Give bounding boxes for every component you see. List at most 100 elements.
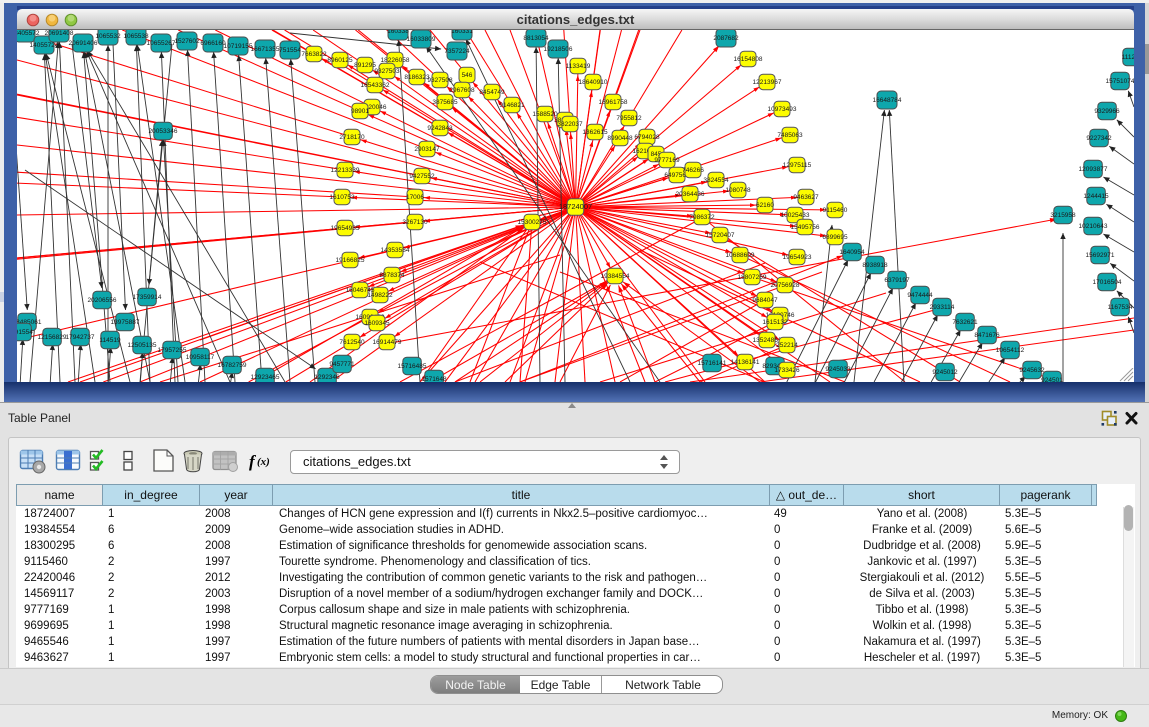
svg-text:62160: 62160	[756, 202, 774, 209]
svg-text:1527602: 1527602	[174, 38, 200, 45]
svg-text:111254: 111254	[1122, 54, 1134, 61]
svg-text:9427552: 9427552	[409, 173, 435, 180]
svg-text:3267130: 3267130	[402, 219, 428, 226]
svg-text:17016504: 17016504	[1093, 279, 1122, 286]
svg-text:16782759: 16782759	[218, 362, 247, 369]
svg-text:16961758: 16961758	[599, 99, 628, 106]
svg-text:(x): (x)	[257, 456, 270, 468]
svg-text:9329966: 9329966	[1094, 108, 1120, 115]
svg-text:18807269: 18807269	[738, 274, 767, 281]
svg-text:8938918: 8938918	[862, 262, 888, 269]
svg-text:18640910: 18640910	[579, 79, 608, 86]
svg-text:98901: 98901	[351, 108, 369, 115]
svg-text:10654112: 10654112	[996, 347, 1025, 354]
svg-text:17006: 17006	[406, 194, 424, 201]
svg-text:2933114: 2933114	[930, 304, 955, 311]
svg-text:8454749: 8454749	[479, 89, 505, 96]
svg-text:17942737: 17942737	[66, 334, 95, 341]
svg-text:10958117: 10958117	[186, 354, 215, 361]
svg-text:12505135: 12505135	[128, 342, 157, 349]
svg-text:12213967: 12213967	[753, 79, 782, 86]
svg-text:9115460: 9115460	[823, 207, 848, 214]
svg-text:6379197: 6379197	[884, 277, 910, 284]
svg-text:1610753: 1610753	[329, 194, 355, 201]
svg-text:9474444: 9474444	[907, 292, 933, 299]
svg-text:19218506: 19218506	[544, 46, 573, 53]
svg-text:252214: 252214	[776, 342, 798, 349]
svg-text:8471676: 8471676	[974, 332, 1000, 339]
svg-text:1571648: 1571648	[421, 376, 447, 382]
svg-text:746266: 746266	[682, 167, 704, 174]
svg-text:9327508: 9327508	[427, 77, 453, 84]
svg-text:16671355: 16671355	[251, 46, 280, 53]
svg-text:16543362: 16543362	[361, 82, 390, 89]
svg-text:9684047: 9684047	[752, 297, 778, 304]
svg-text:19384554: 19384554	[601, 273, 630, 280]
svg-text:2967608: 2967608	[449, 87, 475, 94]
svg-text:7986372: 7986372	[689, 214, 715, 221]
svg-text:1065532: 1065532	[95, 33, 121, 40]
svg-text:16914479: 16914479	[373, 339, 402, 346]
svg-text:16648784: 16648784	[873, 97, 902, 104]
svg-text:1615132: 1615132	[762, 319, 788, 326]
svg-text:20364436: 20364436	[676, 191, 705, 198]
svg-text:10719155: 10719155	[224, 43, 253, 50]
svg-text:751554: 751554	[279, 47, 301, 54]
svg-text:12213339: 12213339	[331, 167, 360, 174]
svg-text:6899695: 6899695	[822, 234, 848, 241]
svg-text:6966160: 6966160	[200, 40, 226, 47]
svg-text:f: f	[249, 452, 257, 471]
svg-text:12156829: 12156829	[38, 334, 67, 341]
svg-text:1065538: 1065538	[123, 33, 149, 40]
svg-text:7357224: 7357224	[444, 48, 470, 55]
svg-text:1733426: 1733426	[774, 367, 800, 374]
svg-text:1080748: 1080748	[725, 187, 751, 194]
svg-text:12093877: 12093877	[1079, 166, 1108, 173]
svg-text:18724007: 18724007	[559, 202, 592, 211]
svg-text:15495756: 15495756	[791, 224, 820, 231]
svg-text:891295: 891295	[354, 62, 376, 69]
svg-text:3822037: 3822037	[557, 121, 583, 128]
svg-text:15716141: 15716141	[698, 360, 727, 367]
svg-text:8813054: 8813054	[523, 35, 549, 42]
svg-text:9245632: 9245632	[1019, 367, 1045, 374]
svg-text:8878374: 8878374	[379, 272, 405, 279]
svg-text:7663822: 7663822	[301, 51, 327, 58]
svg-text:10210643: 10210643	[1079, 223, 1108, 230]
svg-text:14353584: 14353584	[381, 247, 410, 254]
svg-text:20691406: 20691406	[69, 40, 98, 47]
svg-text:9327503: 9327503	[374, 68, 400, 75]
svg-text:10655267: 10655267	[147, 40, 176, 47]
svg-text:14055724: 14055724	[30, 42, 59, 49]
svg-text:10973493: 10973493	[768, 106, 797, 113]
svg-text:1609345: 1609345	[364, 320, 390, 327]
svg-text:6794028: 6794028	[634, 134, 660, 141]
svg-text:9245012: 9245012	[932, 369, 958, 376]
svg-text:9463627: 9463627	[793, 194, 819, 201]
svg-text:1362615: 1362615	[582, 129, 608, 136]
svg-text:8960125: 8960125	[327, 57, 353, 64]
svg-text:1292346: 1292346	[314, 374, 340, 381]
svg-text:7612540: 7612540	[339, 339, 365, 346]
svg-text:20756928: 20756928	[771, 282, 800, 289]
svg-text:14136141: 14136141	[731, 359, 760, 366]
svg-text:924501: 924501	[1041, 377, 1063, 382]
svg-text:7955812: 7955812	[616, 115, 642, 122]
svg-text:15300275: 15300275	[518, 219, 547, 226]
svg-text:20691408: 20691408	[45, 30, 74, 37]
svg-text:15720407: 15720407	[706, 232, 735, 239]
svg-text:19166825: 19166825	[336, 257, 365, 264]
svg-text:15716485: 15716485	[398, 363, 427, 370]
svg-text:3875685: 3875685	[432, 99, 458, 106]
svg-text:2087682: 2087682	[713, 35, 739, 42]
svg-text:17957255: 17957255	[158, 347, 187, 354]
svg-text:1640954: 1640954	[839, 249, 865, 256]
svg-text:2718170: 2718170	[339, 134, 365, 141]
svg-text:17359914: 17359914	[133, 294, 162, 301]
svg-text:15692971: 15692971	[1086, 252, 1115, 259]
svg-text:20206556: 20206556	[88, 297, 117, 304]
svg-text:391554: 391554	[17, 329, 33, 336]
svg-text:20053346: 20053346	[149, 128, 178, 135]
svg-text:9227342: 9227342	[1086, 135, 1112, 142]
svg-text:1133419: 1133419	[566, 63, 591, 70]
